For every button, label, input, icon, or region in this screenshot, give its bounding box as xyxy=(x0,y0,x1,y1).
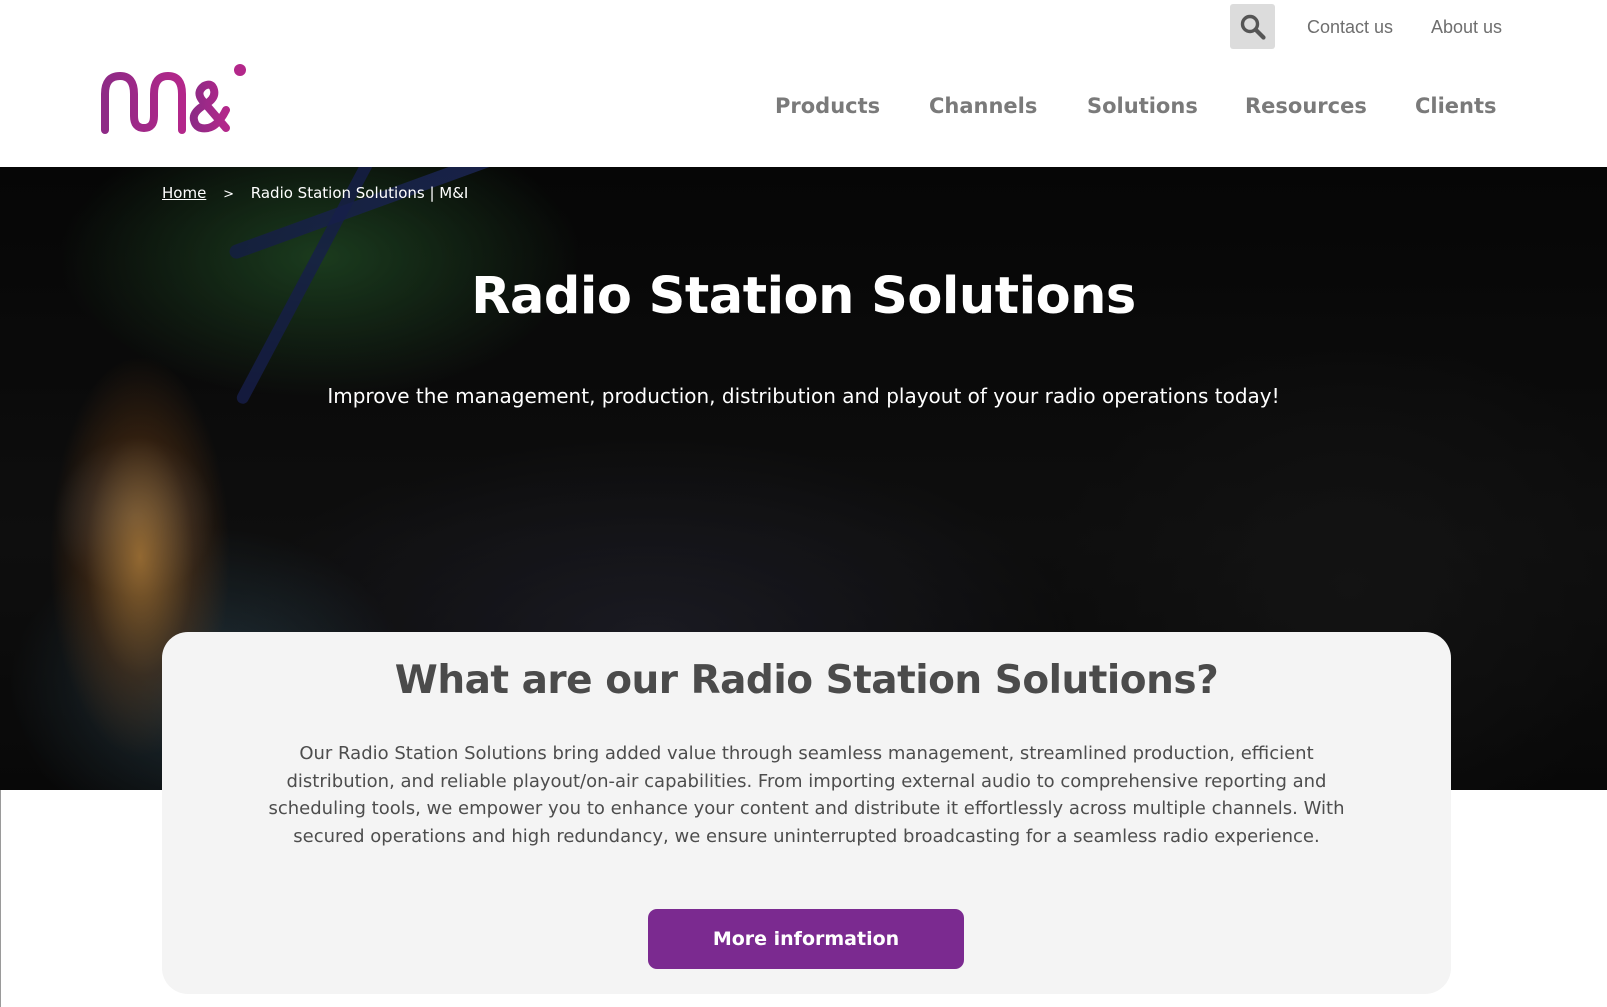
nav-item-clients[interactable]: Clients xyxy=(1415,94,1497,118)
more-information-button[interactable]: More information xyxy=(648,909,964,969)
breadcrumb: Home > Radio Station Solutions | M&I xyxy=(162,184,468,202)
about-us-link[interactable]: About us xyxy=(1431,17,1502,38)
search-icon xyxy=(1240,14,1266,40)
info-card-title: What are our Radio Station Solutions? xyxy=(394,658,1219,703)
nav-item-solutions[interactable]: Solutions xyxy=(1087,94,1198,118)
search-button[interactable] xyxy=(1230,4,1275,49)
info-card: What are our Radio Station Solutions? Ou… xyxy=(162,632,1451,994)
breadcrumb-current: Radio Station Solutions | M&I xyxy=(250,184,469,202)
page-title: Radio Station Solutions xyxy=(471,267,1136,326)
info-card-body: Our Radio Station Solutions bring added … xyxy=(268,743,1345,847)
site-header: Contact us About us Products Channels So… xyxy=(0,0,1607,167)
hero-subtitle: Improve the management, production, dist… xyxy=(327,384,1280,408)
nav-item-resources[interactable]: Resources xyxy=(1245,94,1367,118)
breadcrumb-separator: > xyxy=(223,187,234,202)
mi-logo-icon xyxy=(101,64,246,134)
breadcrumb-home-link[interactable]: Home xyxy=(162,184,206,202)
contact-us-link[interactable]: Contact us xyxy=(1307,17,1393,38)
nav-item-channels[interactable]: Channels xyxy=(929,94,1037,118)
nav-item-products[interactable]: Products xyxy=(775,94,880,118)
